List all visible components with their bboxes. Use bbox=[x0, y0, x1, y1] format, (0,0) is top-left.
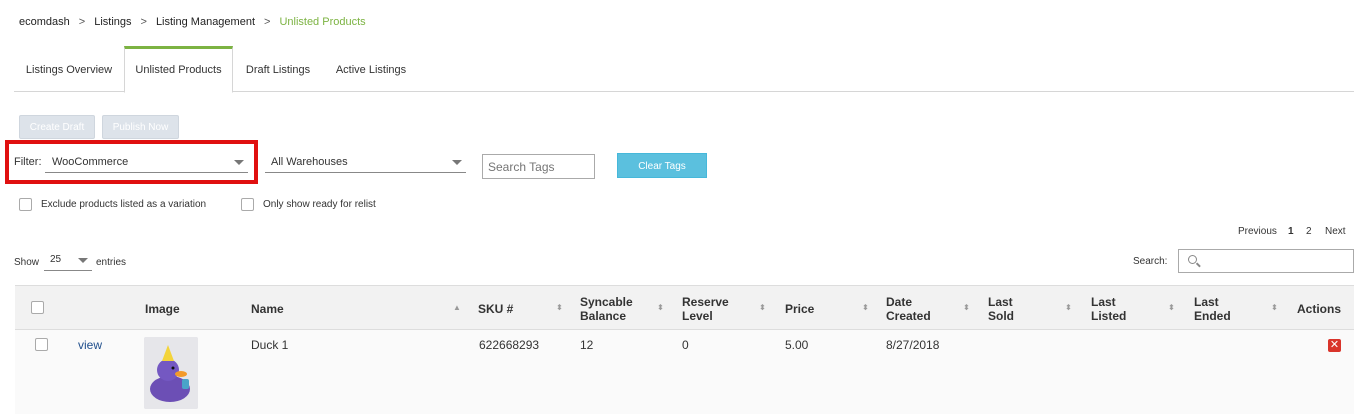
sort-icon: ⬍ bbox=[1168, 303, 1175, 312]
exclude-variation-checkbox[interactable] bbox=[19, 198, 32, 211]
breadcrumb-listings[interactable]: Listings bbox=[94, 16, 131, 28]
col-price[interactable]: Price ⬍ bbox=[785, 286, 875, 331]
tab-listings-overview[interactable]: Listings Overview bbox=[14, 46, 124, 92]
breadcrumb-unlisted-products: Unlisted Products bbox=[279, 16, 366, 28]
publish-now-button[interactable]: Publish Now bbox=[102, 115, 179, 139]
duck-image bbox=[144, 337, 198, 409]
sort-icon: ⬍ bbox=[1065, 303, 1072, 312]
chevron-down-icon bbox=[78, 258, 88, 263]
pagination-page-2[interactable]: 2 bbox=[1306, 226, 1312, 237]
col-last-ended-label: Last Ended bbox=[1194, 294, 1231, 323]
filter-label: Filter: bbox=[14, 156, 42, 168]
col-name-label: Name bbox=[251, 301, 284, 316]
col-date-created[interactable]: Date Created ⬍ bbox=[886, 286, 976, 331]
breadcrumb: ecomdash > Listings > Listing Management > Unl… bbox=[19, 16, 366, 28]
col-date-created-label: Date Created bbox=[886, 294, 931, 323]
tab-draft-listings[interactable]: Draft Listings bbox=[233, 46, 323, 92]
sort-icon: ⬍ bbox=[1271, 303, 1278, 312]
search-icon bbox=[1188, 255, 1197, 264]
view-link[interactable]: view bbox=[78, 338, 102, 352]
sort-icon: ⬍ bbox=[862, 303, 869, 312]
channel-filter-value: WooCommerce bbox=[52, 156, 129, 168]
col-last-sold[interactable]: Last Sold ⬍ bbox=[988, 286, 1078, 331]
chevron-down-icon bbox=[452, 160, 462, 165]
clear-tags-button[interactable]: Clear Tags bbox=[617, 153, 707, 178]
warehouse-filter-value: All Warehouses bbox=[271, 156, 348, 168]
col-actions: Actions bbox=[1297, 301, 1342, 316]
exclude-variation-label: Exclude products listed as a variation bbox=[41, 199, 207, 210]
chevron-down-icon bbox=[234, 160, 244, 165]
col-last-listed-label: Last Listed bbox=[1091, 294, 1127, 323]
col-last-listed[interactable]: Last Listed ⬍ bbox=[1091, 286, 1181, 331]
col-reserve-level[interactable]: Reserve Level ⬍ bbox=[682, 286, 772, 331]
pagination-next[interactable]: Next bbox=[1325, 226, 1346, 237]
entries-select[interactable]: 25 bbox=[44, 251, 92, 271]
row-select-checkbox[interactable] bbox=[35, 338, 48, 351]
search-input[interactable] bbox=[1178, 249, 1354, 273]
sort-asc-icon: ▲ bbox=[453, 303, 461, 312]
breadcrumb-separator: > bbox=[78, 16, 86, 28]
entries-label: entries bbox=[96, 257, 127, 268]
tab-unlisted-products[interactable]: Unlisted Products bbox=[124, 46, 233, 93]
breadcrumb-ecomdash[interactable]: ecomdash bbox=[19, 16, 70, 28]
pagination-page-1[interactable]: 1 bbox=[1288, 226, 1294, 237]
col-sku-label: SKU # bbox=[478, 301, 514, 316]
select-all-checkbox[interactable] bbox=[31, 301, 44, 314]
col-name[interactable]: Name ▲ bbox=[251, 286, 461, 331]
sort-icon: ⬍ bbox=[963, 303, 970, 312]
entries-value: 25 bbox=[50, 254, 62, 265]
product-thumbnail[interactable] bbox=[144, 337, 198, 409]
row-syncable-balance: 12 bbox=[580, 338, 594, 352]
row-sku: 622668293 bbox=[479, 338, 540, 352]
ready-relist-label: Only show ready for relist bbox=[263, 199, 376, 210]
row-price: 5.00 bbox=[785, 338, 809, 352]
search-tags-input[interactable] bbox=[482, 154, 595, 179]
sort-icon: ⬍ bbox=[759, 303, 766, 312]
breadcrumb-separator: > bbox=[140, 16, 147, 28]
col-reserve-level-label: Reserve Level bbox=[682, 294, 729, 323]
pagination-previous[interactable]: Previous bbox=[1238, 226, 1277, 237]
col-sku[interactable]: SKU # ⬍ bbox=[478, 286, 568, 331]
col-image: Image bbox=[145, 301, 180, 316]
delete-icon[interactable]: ✕ bbox=[1328, 339, 1341, 352]
warehouse-filter-select[interactable]: All Warehouses bbox=[265, 153, 466, 173]
show-label: Show bbox=[14, 257, 40, 268]
search-label: Search: bbox=[1133, 256, 1168, 267]
table-header: Image Name ▲ SKU # ⬍ Syncable Balance ⬍ … bbox=[15, 285, 1354, 330]
create-draft-button[interactable]: Create Draft bbox=[19, 115, 95, 139]
breadcrumb-listing-management[interactable]: Listing Management bbox=[156, 16, 255, 28]
tab-active-listings[interactable]: Active Listings bbox=[323, 46, 419, 92]
col-syncable-balance[interactable]: Syncable Balance ⬍ bbox=[580, 286, 672, 331]
ready-relist-checkbox[interactable] bbox=[241, 198, 254, 211]
sort-icon: ⬍ bbox=[556, 303, 563, 312]
col-last-sold-label: Last Sold bbox=[988, 294, 1014, 323]
breadcrumb-separator: > bbox=[264, 16, 271, 28]
sort-icon: ⬍ bbox=[657, 303, 664, 312]
col-last-ended[interactable]: Last Ended ⬍ bbox=[1194, 286, 1284, 331]
col-syncable-balance-label: Syncable Balance bbox=[580, 294, 633, 323]
row-reserve-level: 0 bbox=[682, 338, 689, 352]
row-date-created: 8/27/2018 bbox=[886, 338, 940, 352]
row-name: Duck 1 bbox=[251, 338, 289, 352]
channel-filter-select[interactable]: WooCommerce bbox=[45, 153, 248, 173]
listing-tabs: Listings Overview Unlisted Products Draf… bbox=[14, 46, 1354, 93]
col-price-label: Price bbox=[785, 301, 815, 316]
